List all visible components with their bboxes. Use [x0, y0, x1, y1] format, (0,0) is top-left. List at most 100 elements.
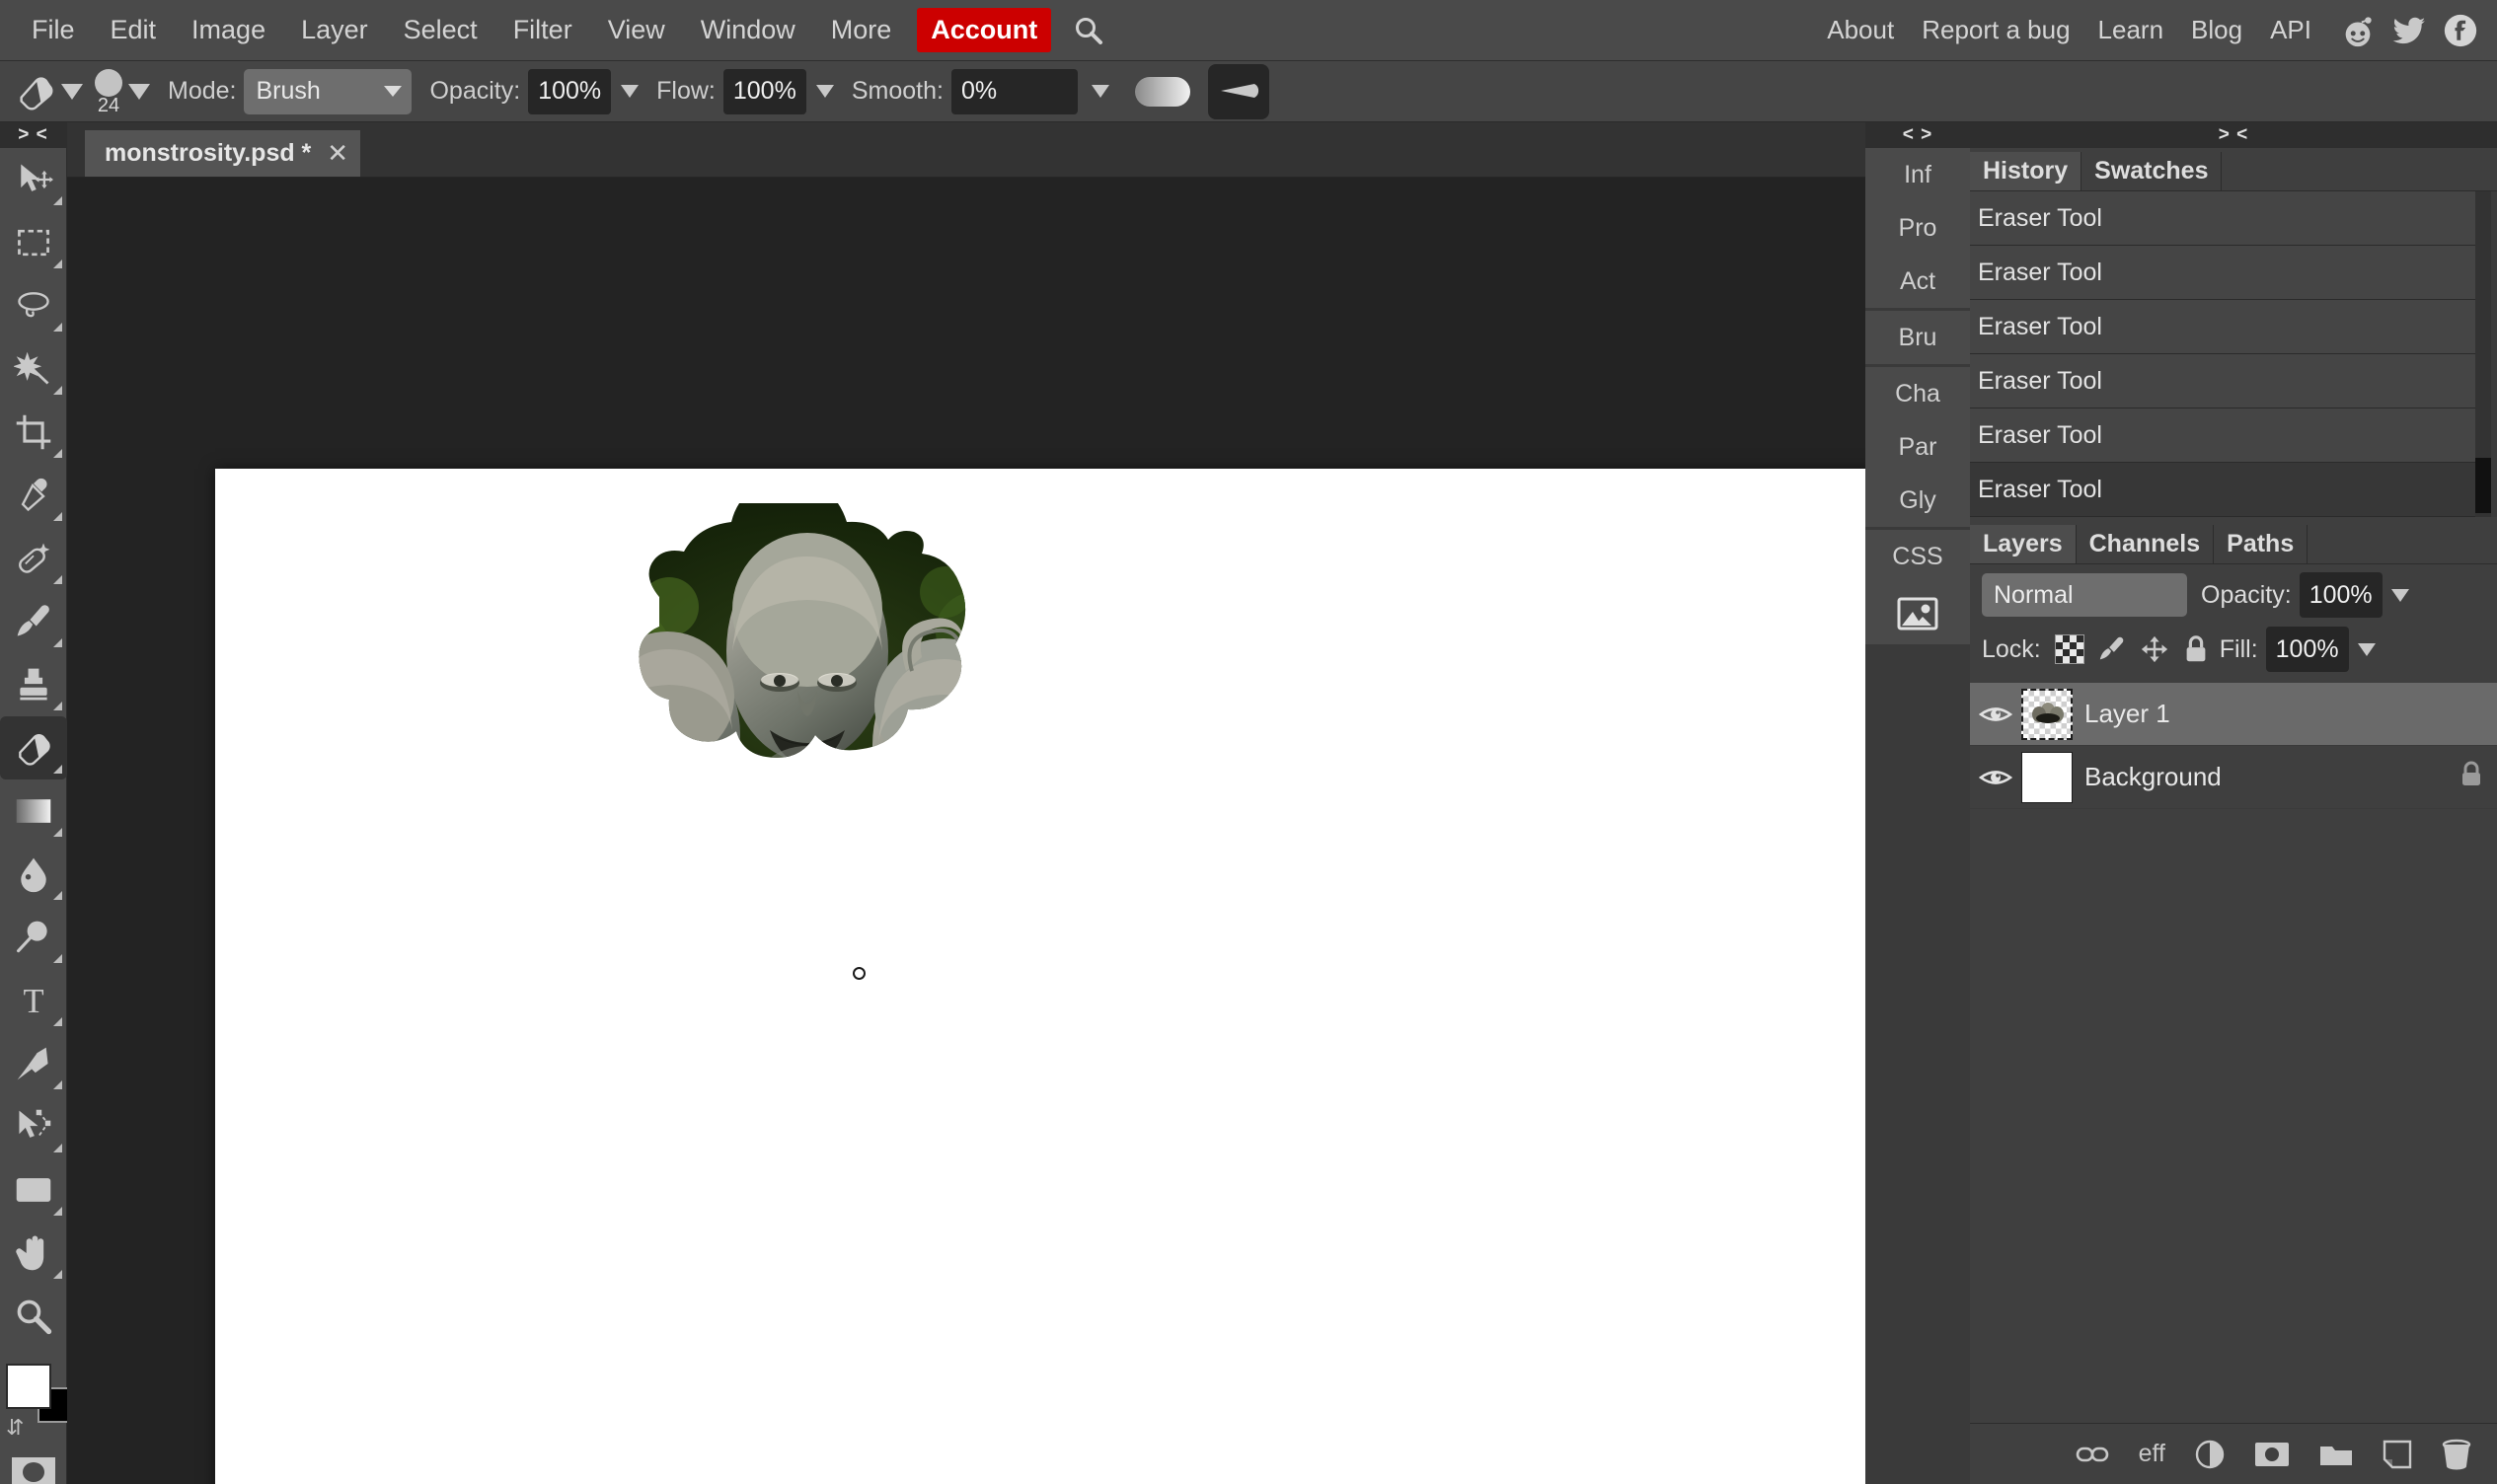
clone-stamp-tool[interactable]: [0, 653, 67, 716]
rail-item-brushes[interactable]: Bru: [1865, 311, 1970, 364]
menu-item-view[interactable]: View: [590, 9, 683, 51]
blend-mode-select[interactable]: Normal: [1982, 573, 2187, 617]
mode-select[interactable]: Brush: [244, 68, 413, 114]
quick-mask-button[interactable]: [0, 1443, 67, 1484]
blur-tool[interactable]: [0, 843, 67, 906]
rail-item-css[interactable]: CSS: [1865, 530, 1970, 583]
pen-tool[interactable]: [0, 1032, 67, 1095]
magic-wand-tool[interactable]: [0, 337, 67, 401]
eraser-tool[interactable]: [0, 716, 67, 779]
document-canvas[interactable]: [215, 469, 1865, 1484]
lock-all-button[interactable]: [2182, 634, 2210, 664]
lasso-tool[interactable]: [0, 274, 67, 337]
menu-item-edit[interactable]: Edit: [93, 9, 175, 51]
move-tool[interactable]: [0, 148, 67, 211]
airbrush-toggle[interactable]: [1207, 63, 1269, 119]
link-layers-button[interactable]: [2076, 1444, 2109, 1465]
menu-item-report-a-bug[interactable]: Report a bug: [1908, 9, 2083, 51]
menu-item-learn[interactable]: Learn: [2084, 9, 2178, 51]
history-item[interactable]: Eraser Tool: [1970, 246, 2475, 300]
tab-channels[interactable]: Channels: [2077, 525, 2215, 563]
rail-collapse-button[interactable]: < >: [1865, 122, 1970, 148]
tab-paths[interactable]: Paths: [2214, 525, 2308, 563]
history-item[interactable]: Eraser Tool: [1970, 300, 2475, 354]
tab-swatches[interactable]: Swatches: [2081, 152, 2223, 190]
swap-colors-icon[interactable]: ⇵: [6, 1415, 24, 1441]
foreground-color-swatch[interactable]: [6, 1364, 51, 1409]
rail-item-actions[interactable]: Act: [1865, 255, 1970, 308]
layers-list[interactable]: Layer 1 Background: [1970, 683, 2497, 809]
layer-mask-button[interactable]: [2254, 1442, 2290, 1467]
history-list[interactable]: Eraser Tool Eraser Tool Eraser Tool Eras…: [1970, 191, 2497, 517]
menu-item-api[interactable]: API: [2256, 9, 2325, 51]
layer-row-background[interactable]: Background: [1970, 746, 2497, 809]
history-scrollbar[interactable]: [2475, 191, 2491, 517]
opacity-caret-icon[interactable]: [621, 85, 640, 98]
smooth-input[interactable]: 0%: [950, 68, 1078, 114]
zoom-tool[interactable]: [0, 1285, 67, 1348]
flow-input[interactable]: 100%: [722, 68, 806, 114]
history-item[interactable]: Eraser Tool: [1970, 408, 2475, 463]
menu-item-blog[interactable]: Blog: [2177, 9, 2256, 51]
gradient-tool[interactable]: [0, 779, 67, 843]
spot-healing-tool[interactable]: [0, 527, 67, 590]
shape-tool[interactable]: [0, 1158, 67, 1222]
history-item[interactable]: Eraser Tool: [1970, 191, 2475, 246]
layer-row-layer-1[interactable]: Layer 1: [1970, 683, 2497, 746]
rail-item-info[interactable]: Inf: [1865, 148, 1970, 201]
search-button[interactable]: [1059, 15, 1118, 46]
toolbar-collapse-button[interactable]: > <: [0, 122, 66, 148]
brush-size-picker[interactable]: 24: [95, 68, 122, 115]
crop-tool[interactable]: [0, 401, 67, 464]
lock-paint-button[interactable]: [2097, 634, 2127, 664]
dodge-tool[interactable]: [0, 906, 67, 969]
flow-caret-icon[interactable]: [815, 85, 834, 98]
layer-name[interactable]: Layer 1: [2084, 699, 2497, 729]
color-swatches[interactable]: ⇵: [0, 1354, 73, 1443]
history-item[interactable]: Eraser Tool: [1970, 354, 2475, 408]
right-panel-collapse-button[interactable]: > <: [1970, 122, 2497, 148]
fill-caret-icon[interactable]: [2357, 642, 2376, 656]
menu-item-window[interactable]: Window: [683, 9, 813, 51]
menu-item-more[interactable]: More: [813, 9, 910, 51]
layer-visibility-toggle[interactable]: [1970, 766, 2021, 789]
adjustment-layer-button[interactable]: [2195, 1440, 2225, 1469]
history-item-current[interactable]: Eraser Tool: [1970, 463, 2475, 517]
facebook-link[interactable]: [2442, 12, 2479, 49]
lock-position-button[interactable]: [2140, 634, 2169, 664]
rail-item-character[interactable]: Cha: [1865, 367, 1970, 420]
tab-layers[interactable]: Layers: [1970, 525, 2077, 563]
opacity-input[interactable]: 100%: [528, 68, 612, 114]
canvas-area[interactable]: [67, 178, 1865, 1484]
lock-transparent-pixels-button[interactable]: [2054, 634, 2084, 664]
rectangular-marquee-tool[interactable]: [0, 211, 67, 274]
smooth-caret-icon[interactable]: [1091, 85, 1109, 98]
new-group-button[interactable]: [2319, 1442, 2353, 1467]
path-select-tool[interactable]: [0, 1095, 67, 1158]
menu-item-about[interactable]: About: [1813, 9, 1908, 51]
brush-tool[interactable]: [0, 590, 67, 653]
hand-tool[interactable]: [0, 1222, 67, 1285]
layer-visibility-toggle[interactable]: [1970, 703, 2021, 726]
eyedropper-tool[interactable]: [0, 464, 67, 527]
menu-item-file[interactable]: File: [14, 9, 93, 51]
fill-input[interactable]: 100%: [2265, 627, 2349, 672]
layer-thumbnail[interactable]: [2021, 751, 2073, 803]
layer-opacity-input[interactable]: 100%: [2299, 572, 2383, 618]
layer-effects-button[interactable]: eff: [2139, 1440, 2165, 1468]
menu-item-filter[interactable]: Filter: [495, 9, 590, 51]
menu-item-image[interactable]: Image: [174, 9, 283, 51]
layer-opacity-caret-icon[interactable]: [2390, 588, 2409, 602]
account-button[interactable]: Account: [917, 8, 1052, 52]
menu-item-select[interactable]: Select: [386, 9, 495, 51]
brush-size-caret-icon[interactable]: [128, 83, 150, 100]
menu-item-layer[interactable]: Layer: [283, 9, 386, 51]
history-scrollbar-thumb[interactable]: [2475, 458, 2491, 513]
document-tab-monstrosity[interactable]: monstrosity.psd * ✕: [85, 130, 361, 177]
reddit-link[interactable]: [2339, 12, 2377, 49]
type-tool[interactable]: T: [0, 969, 67, 1032]
rail-item-image[interactable]: [1865, 583, 1970, 644]
rail-item-glyphs[interactable]: Gly: [1865, 474, 1970, 527]
layer-thumbnail[interactable]: [2021, 688, 2073, 740]
delete-layer-button[interactable]: [2442, 1439, 2471, 1470]
